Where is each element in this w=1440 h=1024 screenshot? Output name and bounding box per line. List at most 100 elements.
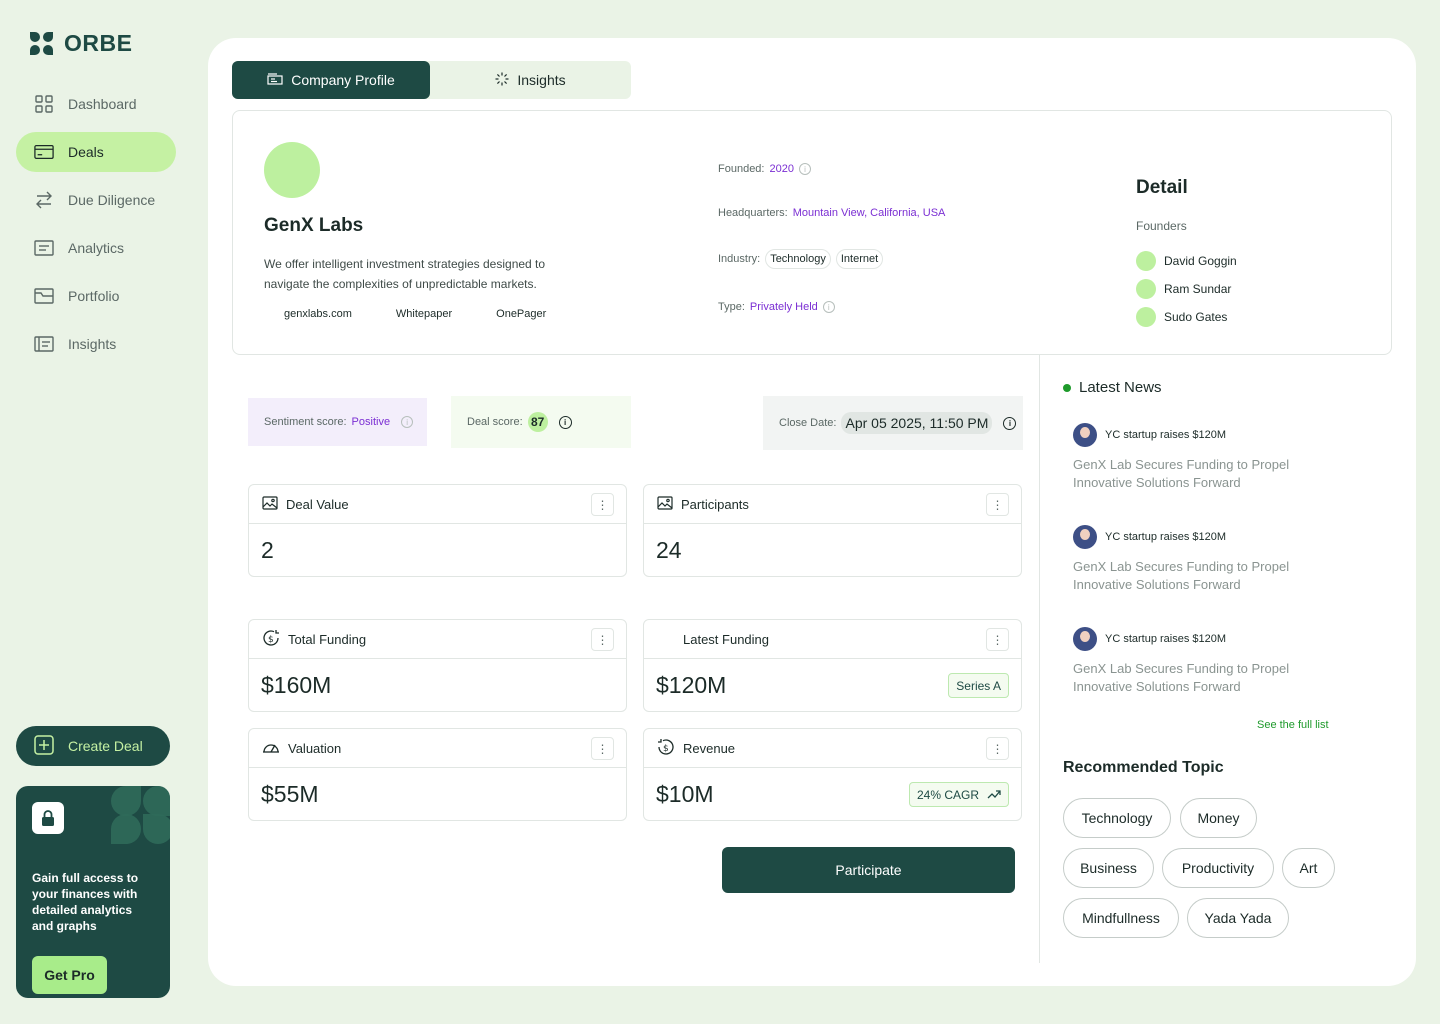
- close-date: Close Date: Apr 05 2025, 11:50 PM i: [763, 396, 1023, 450]
- sentiment-score: Sentiment score: Positive i: [248, 398, 427, 446]
- svg-text:$: $: [663, 744, 669, 754]
- info-icon[interactable]: i: [401, 416, 414, 428]
- company-links: genxlabs.com Whitepaper OnePager: [284, 308, 546, 320]
- image-icon: [262, 495, 278, 513]
- founder-avatar: [1136, 251, 1156, 271]
- more-vertical-icon[interactable]: ⋮: [591, 737, 614, 760]
- info-icon[interactable]: i: [798, 163, 811, 175]
- sidebar-item-deals[interactable]: Deals: [16, 132, 176, 172]
- news-item[interactable]: YC startup raises $120M GenX Lab Secures…: [1073, 627, 1343, 696]
- folder-icon: [34, 287, 54, 305]
- sidebar-item-dashboard[interactable]: Dashboard: [16, 84, 176, 124]
- more-vertical-icon[interactable]: ⋮: [986, 737, 1009, 760]
- tab-label: Insights: [517, 72, 566, 88]
- card-title: Deal Value: [286, 496, 349, 512]
- info-icon[interactable]: i: [1003, 416, 1017, 430]
- news-source: YC startup raises $120M: [1073, 525, 1343, 549]
- topic-chip-business[interactable]: Business: [1063, 848, 1154, 888]
- topic-chip-mindfullness[interactable]: Mindfullness: [1063, 898, 1179, 938]
- card-title: Revenue: [683, 740, 736, 756]
- onepager-link[interactable]: OnePager: [496, 308, 546, 320]
- card-title: Valuation: [288, 740, 342, 756]
- topic-chip-yada-yada[interactable]: Yada Yada: [1187, 898, 1289, 938]
- fact-industry: Industry: Technology Internet: [718, 249, 884, 269]
- card-value: 2: [261, 537, 274, 563]
- topic-chip-technology[interactable]: Technology: [1063, 798, 1171, 838]
- fact-founded: Founded: 2020 i: [718, 163, 811, 175]
- plus-square-icon: [34, 734, 54, 758]
- sidebar-item-label: Deals: [68, 144, 104, 160]
- series-badge: Series A: [948, 673, 1009, 698]
- card-icon: [34, 143, 54, 161]
- decoration-shape: [143, 814, 170, 844]
- sidebar-nav: Dashboard Deals Due Diligence Analytics …: [16, 84, 176, 372]
- headquarters-value: Mountain View, California, USA: [792, 207, 946, 219]
- see-full-list-link[interactable]: See the full list: [1257, 719, 1329, 731]
- latest-news-title: Latest News: [1079, 379, 1162, 396]
- sidebar-item-label: Portfolio: [68, 288, 120, 304]
- news-item[interactable]: YC startup raises $120M GenX Lab Secures…: [1073, 525, 1343, 594]
- brand-logo[interactable]: ORBE: [30, 30, 132, 57]
- deal-score-value: 87: [527, 412, 548, 432]
- tab-insights[interactable]: Insights: [430, 61, 631, 99]
- news-avatar: [1073, 423, 1097, 447]
- decoration-shape: [143, 786, 170, 816]
- card-value: $160M: [261, 672, 332, 698]
- participants-card: Participants ⋮ 24: [643, 484, 1022, 577]
- topic-chip-art[interactable]: Art: [1282, 848, 1335, 888]
- more-vertical-icon[interactable]: ⋮: [591, 628, 614, 651]
- whitepaper-link[interactable]: Whitepaper: [396, 308, 452, 320]
- card-header: $ Total Funding ⋮: [249, 620, 626, 659]
- founder-item[interactable]: David Goggin: [1136, 247, 1237, 275]
- news-headline: GenX Lab Secures Funding to Propel Innov…: [1073, 559, 1290, 592]
- create-deal-button[interactable]: Create Deal: [16, 726, 170, 766]
- website-link[interactable]: genxlabs.com: [284, 308, 352, 320]
- card-header: $ Revenue ⋮: [644, 729, 1021, 768]
- sidebar-item-due-diligence[interactable]: Due Diligence: [16, 180, 176, 220]
- founded-value: 2020: [769, 163, 794, 175]
- create-deal-label: Create Deal: [68, 738, 143, 754]
- industry-chip[interactable]: Technology: [765, 249, 831, 269]
- topic-chip-money[interactable]: Money: [1180, 798, 1257, 838]
- fact-label: Headquarters:: [718, 207, 788, 219]
- insights-icon: [34, 335, 54, 353]
- column-divider: [1039, 355, 1040, 963]
- card-title: Latest Funding: [683, 631, 770, 647]
- more-vertical-icon[interactable]: ⋮: [986, 628, 1009, 651]
- swap-icon: [34, 191, 54, 209]
- latest-news-header: Latest News: [1063, 379, 1162, 396]
- founder-item[interactable]: Sudo Gates: [1136, 303, 1237, 331]
- industry-chip[interactable]: Internet: [835, 249, 884, 269]
- sidebar-item-label: Due Diligence: [68, 192, 156, 208]
- dollar-circle-icon: $: [262, 629, 280, 650]
- get-pro-button[interactable]: Get Pro: [32, 956, 107, 994]
- founder-item[interactable]: Ram Sundar: [1136, 275, 1237, 303]
- fact-label: Founded:: [718, 163, 765, 175]
- tab-company-profile[interactable]: Company Profile: [232, 61, 430, 99]
- sidebar-item-analytics[interactable]: Analytics: [16, 228, 176, 268]
- founders-label: Founders: [1136, 219, 1187, 233]
- info-icon[interactable]: i: [558, 415, 572, 429]
- gauge-icon: [262, 740, 280, 757]
- deal-score: Deal score: 87 i: [451, 396, 631, 448]
- more-vertical-icon[interactable]: ⋮: [986, 493, 1009, 516]
- deal-score-label: Deal score:: [467, 416, 523, 428]
- sidebar-item-portfolio[interactable]: Portfolio: [16, 276, 176, 316]
- participate-button[interactable]: Participate: [722, 847, 1015, 893]
- topic-chip-productivity[interactable]: Productivity: [1162, 848, 1274, 888]
- sidebar-item-label: Analytics: [68, 240, 125, 256]
- trend-up-icon: [987, 788, 1001, 802]
- news-headline: GenX Lab Secures Funding to Propel Innov…: [1073, 457, 1290, 490]
- info-icon[interactable]: i: [822, 301, 835, 313]
- decoration-shape: [111, 786, 141, 816]
- latest-funding-card: Latest Funding ⋮ $120M Series A: [643, 619, 1022, 712]
- company-profile-card: GenX Labs We offer intelligent investmen…: [232, 110, 1392, 355]
- news-headline: GenX Lab Secures Funding to Propel Innov…: [1073, 661, 1290, 694]
- card-title: Participants: [681, 496, 749, 512]
- more-vertical-icon[interactable]: ⋮: [591, 493, 614, 516]
- company-name: GenX Labs: [264, 215, 364, 236]
- founder-avatar: [1136, 307, 1156, 327]
- live-dot-icon: [1063, 383, 1071, 392]
- news-item[interactable]: YC startup raises $120M GenX Lab Secures…: [1073, 423, 1343, 492]
- sidebar-item-insights[interactable]: Insights: [16, 324, 176, 364]
